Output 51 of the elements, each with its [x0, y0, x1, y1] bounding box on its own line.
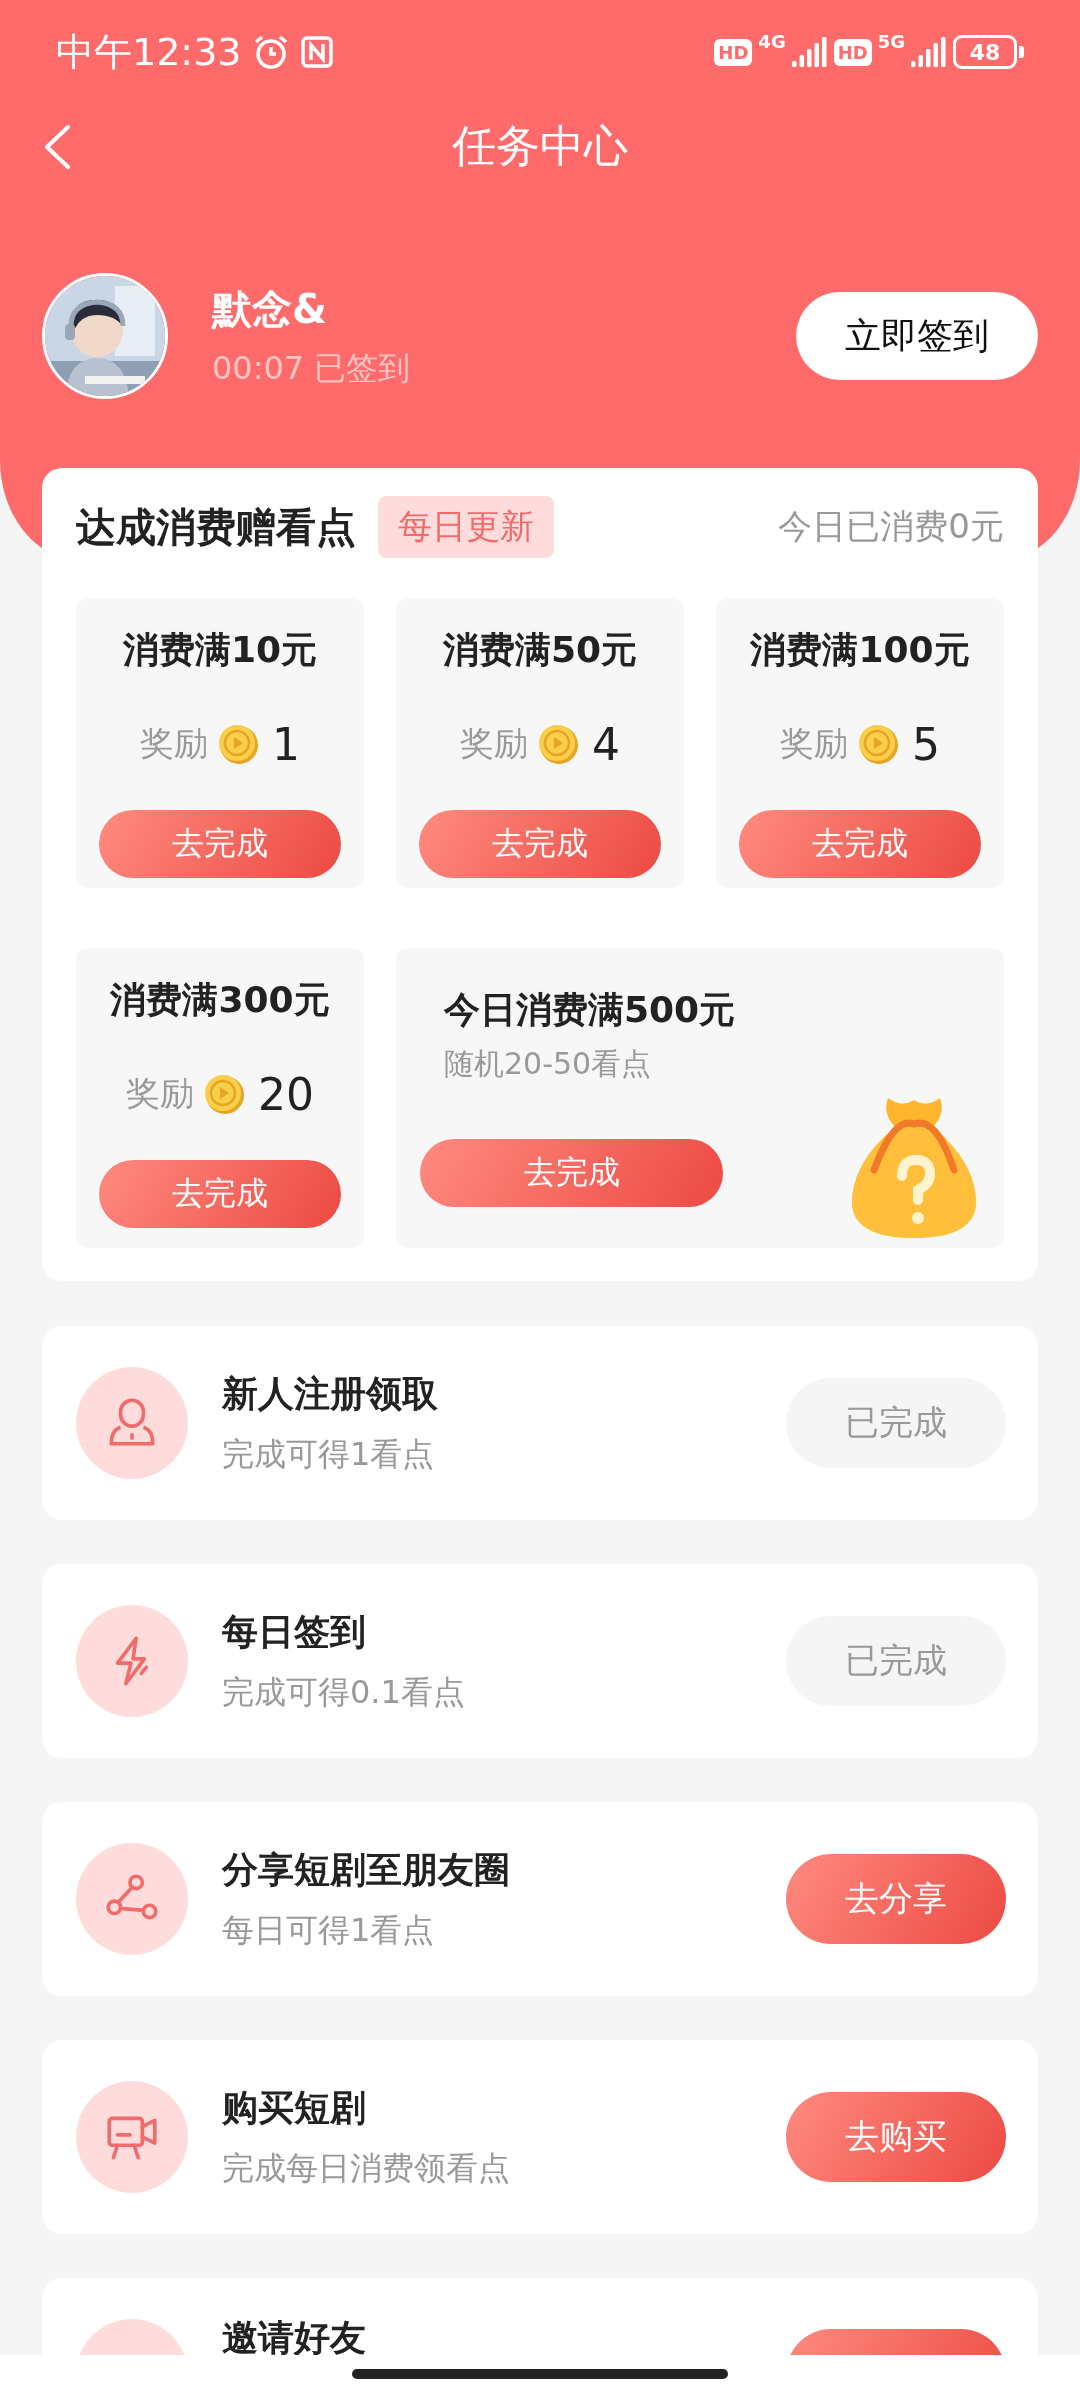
task-action-button[interactable]: 去分享 [786, 1854, 1006, 1944]
coin-icon [202, 1072, 246, 1116]
task-title: 分享短剧至朋友圈 [222, 1847, 510, 1892]
tier-title: 消费满50元 [442, 628, 638, 672]
complete-button[interactable]: 去完成 [99, 1160, 341, 1228]
complete-button[interactable]: 去完成 [99, 810, 341, 878]
reward-label: 奖励 [780, 722, 848, 765]
tier-title: 消费满300元 [110, 978, 330, 1022]
complete-button[interactable]: 去完成 [420, 1139, 723, 1207]
tier-title: 消费满10元 [122, 628, 318, 672]
task-title: 购买短剧 [222, 2085, 367, 2130]
card-title: 达成消费赠看点 [76, 502, 356, 552]
reward-amount: 1 [272, 718, 300, 770]
coin-icon [856, 722, 900, 766]
nfc-icon [299, 35, 334, 69]
page-title: 任务中心 [452, 118, 628, 173]
tier-title: 今日消费满500元 [443, 988, 736, 1032]
checkin-status: 00:07 已签到 [212, 347, 411, 389]
task-action-button[interactable]: 已完成 [786, 1378, 1006, 1468]
daily-update-tag: 每日更新 [378, 496, 554, 558]
task-title: 新人注册领取 [222, 1371, 438, 1416]
reward-amount: 5 [912, 718, 940, 770]
reward-label: 奖励 [140, 722, 208, 765]
status-time: 中午12:33 [56, 28, 242, 76]
reward-label: 奖励 [126, 1072, 194, 1115]
network-type: 4G [758, 31, 786, 52]
task-description: 完成每日消费领看点 [222, 2147, 510, 2189]
tier-description: 随机20-50看点 [443, 1045, 652, 1083]
signal-icon [911, 37, 947, 67]
sign-in-button[interactable]: 立即签到 [796, 292, 1038, 380]
hd-indicator: HD [714, 38, 753, 66]
coin-icon [216, 722, 260, 766]
complete-button[interactable]: 去完成 [739, 810, 981, 878]
tier-title: 消费满100元 [750, 628, 970, 672]
hd-indicator: HD [833, 38, 872, 66]
complete-button[interactable]: 去完成 [419, 810, 661, 878]
network-type: 5G [877, 31, 905, 52]
task-title: 每日签到 [222, 1609, 367, 1654]
task-action-button[interactable]: 去购买 [786, 2092, 1006, 2182]
signal-icon [791, 37, 828, 67]
today-spent: 今日已消费0元 [778, 505, 1004, 548]
task-description: 完成可得0.1看点 [222, 1671, 465, 1713]
coin-icon [536, 722, 580, 766]
user-name: 默念& [212, 284, 328, 334]
back-icon[interactable] [42, 124, 72, 170]
task-description: 完成可得1看点 [222, 1433, 436, 1475]
reward-label: 奖励 [460, 722, 528, 765]
task-action-button[interactable]: 已完成 [786, 1616, 1006, 1706]
reward-amount: 20 [258, 1068, 314, 1120]
task-description: 每日可得1看点 [222, 1909, 436, 1951]
reward-amount: 4 [592, 718, 620, 770]
